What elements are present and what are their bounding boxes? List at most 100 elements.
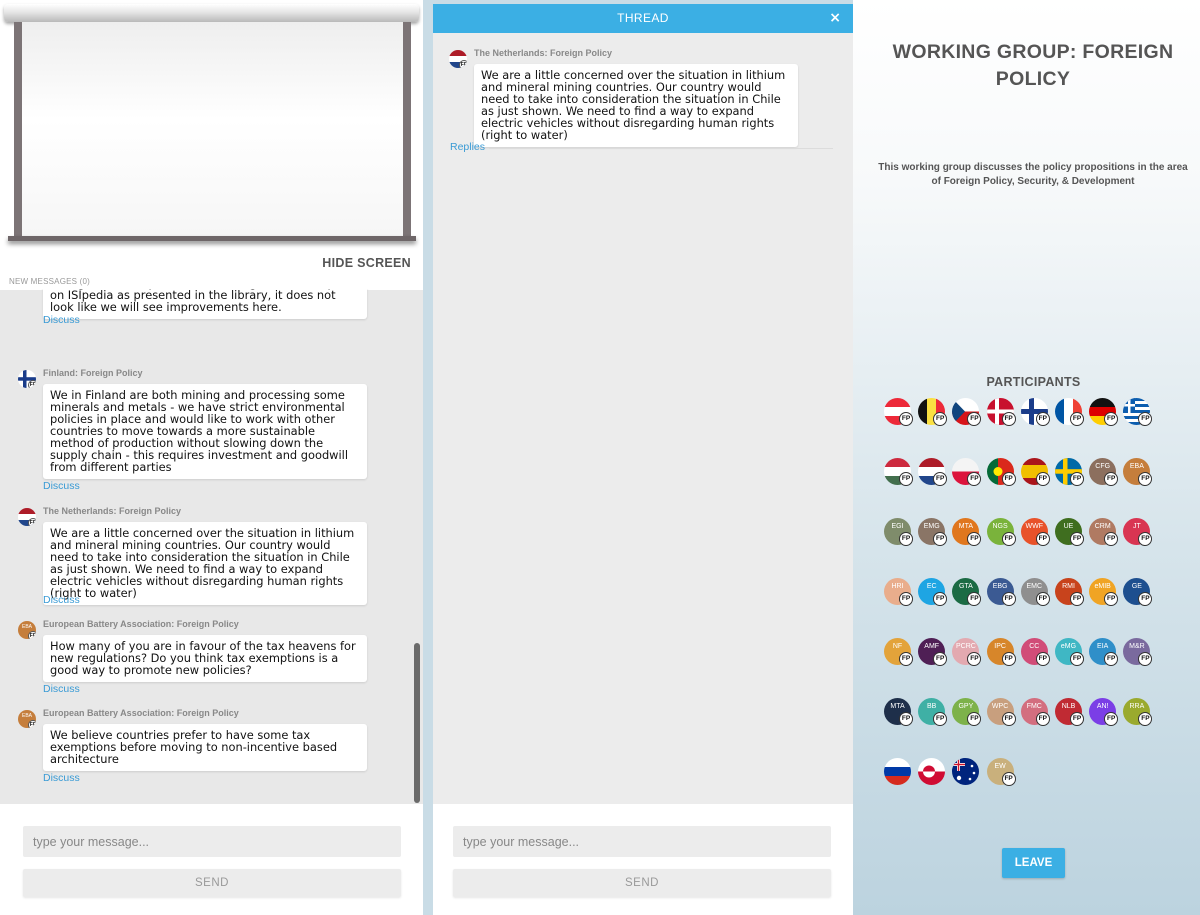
message-input[interactable] (23, 826, 401, 857)
fp-badge: FP (1104, 592, 1119, 606)
greenland-flag-icon (918, 758, 946, 785)
discuss-link[interactable]: Discuss (43, 480, 80, 492)
fp-badge: FP (899, 592, 913, 606)
discuss-link[interactable]: Discuss (43, 594, 80, 606)
participant-avatar[interactable]: NF FP (884, 638, 913, 666)
close-icon[interactable]: × (829, 4, 841, 33)
participant-avatar[interactable]: AMF FP (918, 638, 948, 666)
participant-avatar[interactable]: CRM FP (1089, 518, 1119, 546)
fp-badge: FP (967, 712, 982, 726)
participant-avatar[interactable]: M&R FP (1123, 638, 1153, 666)
participant-avatar[interactable]: CC FP (1020, 638, 1050, 666)
participant-netherlands-flag-icon[interactable]: FP (918, 458, 948, 486)
participant-avatar[interactable]: GPY FP (952, 698, 982, 726)
message-feed: climate impacts outside of Europe. We ar… (0, 289, 423, 804)
send-button[interactable]: SEND (23, 869, 401, 897)
participant-avatar[interactable]: EMC FP (1020, 578, 1050, 606)
participant-avatar[interactable]: EBG FP (986, 578, 1016, 606)
participant-avatar[interactable]: NLB FP (1055, 698, 1084, 726)
participant-hungary-flag-icon[interactable]: FP (884, 458, 913, 486)
participant-avatar[interactable]: MTA FP (884, 698, 913, 726)
participant-avatar[interactable]: PCRC FP (952, 638, 982, 666)
participant-avatar[interactable]: CFG FP (1089, 458, 1119, 486)
participant-avatar[interactable]: NGS FP (986, 518, 1016, 546)
participant-avatar[interactable]: EBA FP (1123, 458, 1153, 486)
compose-area: SEND (0, 804, 423, 915)
participant-avatar[interactable]: eMIB FP (1089, 578, 1119, 606)
presentation-screen: HIDE SCREEN (0, 0, 423, 290)
participant-avatar[interactable]: MTA FP (952, 518, 982, 546)
participant-austria-flag-icon[interactable]: FP (884, 398, 913, 426)
message-text: We believe countries prefer to have some… (43, 724, 367, 771)
thread-message-input[interactable] (453, 826, 831, 857)
new-messages-indicator: NEW MESSAGES (0) (9, 277, 90, 286)
participant-finland-flag-icon[interactable]: FP (1020, 398, 1050, 426)
thread-header: THREAD × (433, 4, 853, 33)
participant-sweden-flag-icon[interactable]: FP (1055, 458, 1084, 486)
fp-badge: FP (933, 592, 948, 606)
fp-badge: FP (1070, 532, 1084, 546)
participant-avatar[interactable]: WWF FP (1020, 518, 1050, 546)
thread-send-button[interactable]: SEND (453, 869, 831, 897)
participant-portugal-flag-icon[interactable]: FP (986, 458, 1016, 486)
thread-compose-area: SEND (433, 804, 853, 915)
participant-france-flag-icon[interactable]: FP (1055, 398, 1084, 426)
participant-avatar[interactable]: EC FP (918, 578, 948, 606)
participant-poland-flag-icon[interactable]: FP (952, 458, 982, 486)
fp-badge: FP (899, 652, 913, 666)
leave-button[interactable]: LEAVE (1002, 848, 1065, 878)
fp-badge: FP (899, 472, 913, 486)
fp-badge: FP (1001, 472, 1016, 486)
fp-badge: FP (1035, 472, 1050, 486)
working-group-title: WORKING GROUP: FOREIGN POLICY (892, 41, 1174, 90)
thread-title: THREAD (617, 11, 669, 25)
fp-badge: FP (1035, 712, 1050, 726)
chat-panel: HIDE SCREEN NEW MESSAGES (0) climate imp… (0, 0, 423, 915)
participant-belgium-flag-icon[interactable]: FP (918, 398, 948, 426)
participant-avatar[interactable]: RMI FP (1055, 578, 1084, 606)
fp-badge: FP (933, 712, 948, 726)
participant-greece-flag-icon[interactable]: FP (1123, 398, 1153, 426)
participant-russia-flag-icon[interactable] (884, 758, 911, 785)
fp-badge: FP (1104, 652, 1119, 666)
participant-avatar[interactable]: IPC FP (986, 638, 1016, 666)
fp-badge: FP (1001, 412, 1016, 426)
fp-badge: FP (28, 518, 36, 526)
participant-avatar[interactable]: RRA FP (1123, 698, 1153, 726)
participant-czech-flag-icon[interactable]: FP (952, 398, 982, 426)
discuss-link[interactable]: Discuss (43, 772, 80, 784)
participant-avatar[interactable]: FMC FP (1020, 698, 1050, 726)
fp-badge: FP (1104, 712, 1119, 726)
participant-avatar[interactable]: EGI FP (884, 518, 913, 546)
eba-logo-icon: EBA FP (18, 621, 36, 639)
participant-avatar[interactable]: eMG FP (1055, 638, 1084, 666)
participant-germany-flag-icon[interactable]: FP (1089, 398, 1119, 426)
participant-denmark-flag-icon[interactable]: FP (986, 398, 1016, 426)
participant-avatar[interactable]: AN! FP (1089, 698, 1119, 726)
fp-badge: FP (1138, 532, 1153, 546)
participant-avatar[interactable]: BB FP (918, 698, 948, 726)
message-sender: The Netherlands: Foreign Policy (474, 48, 613, 58)
participant-avatar[interactable]: WPC FP (986, 698, 1016, 726)
discuss-link[interactable]: Discuss (43, 683, 80, 695)
fp-badge: FP (1001, 592, 1016, 606)
participant-avatar[interactable]: EMG FP (918, 518, 948, 546)
fp-badge: FP (1104, 532, 1119, 546)
participant-avatar[interactable]: EW FP (986, 758, 1016, 786)
participant-avatar[interactable]: UE FP (1055, 518, 1084, 546)
fp-badge: FP (1138, 652, 1153, 666)
participant-avatar[interactable]: JT FP (1123, 518, 1153, 546)
participant-avatar[interactable]: EIA FP (1089, 638, 1119, 666)
fp-badge: FP (1070, 712, 1084, 726)
participant-spain-flag-icon[interactable]: FP (1020, 458, 1050, 486)
participant-australia-flag-icon[interactable] (952, 758, 980, 785)
participant-avatar[interactable]: GTA FP (952, 578, 982, 606)
participant-avatar[interactable]: GE FP (1123, 578, 1153, 606)
discuss-link[interactable]: Discuss (43, 314, 80, 326)
participant-avatar[interactable]: HRI FP (884, 578, 913, 606)
fp-badge: FP (967, 532, 982, 546)
participant-greenland-flag-icon[interactable] (918, 758, 946, 785)
hide-screen-button[interactable]: HIDE SCREEN (322, 256, 411, 270)
feed-scrollbar[interactable] (414, 643, 420, 803)
australia-flag-icon (952, 758, 980, 785)
